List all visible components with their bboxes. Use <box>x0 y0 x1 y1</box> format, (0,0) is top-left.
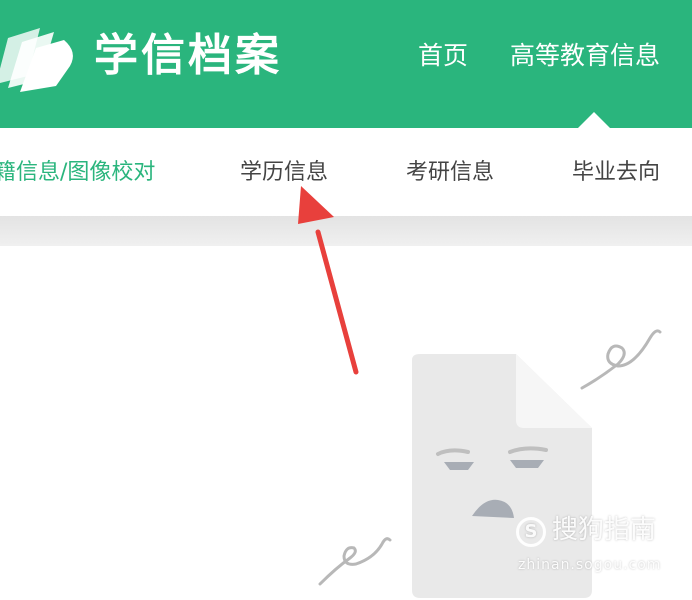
sogou-logo-icon: S <box>516 517 546 547</box>
watermark-url: zhinan.sogou.com <box>518 557 662 573</box>
tab-graduate-destination[interactable]: 毕业去向 <box>572 162 660 184</box>
site-brand-title[interactable]: 学信档案 <box>94 34 282 78</box>
tab-postgrad-exam-info[interactable]: 考研信息 <box>406 162 494 184</box>
watermark-text: 搜狗指南 <box>552 515 657 545</box>
sogou-watermark: S 搜狗指南 zhinan.sogou.com <box>516 515 686 585</box>
tab-education-info[interactable]: 学历信息 <box>240 162 328 184</box>
book-pages-icon <box>0 28 73 92</box>
nav-higher-education-link[interactable]: 高等教育信息 <box>510 43 660 68</box>
tab-student-roll-info[interactable]: 籍信息/图像校对 <box>0 162 155 184</box>
top-header: 学信档案 首页 高等教育信息 <box>0 0 692 128</box>
active-nav-indicator <box>578 112 610 128</box>
nav-home-link[interactable]: 首页 <box>418 43 468 68</box>
